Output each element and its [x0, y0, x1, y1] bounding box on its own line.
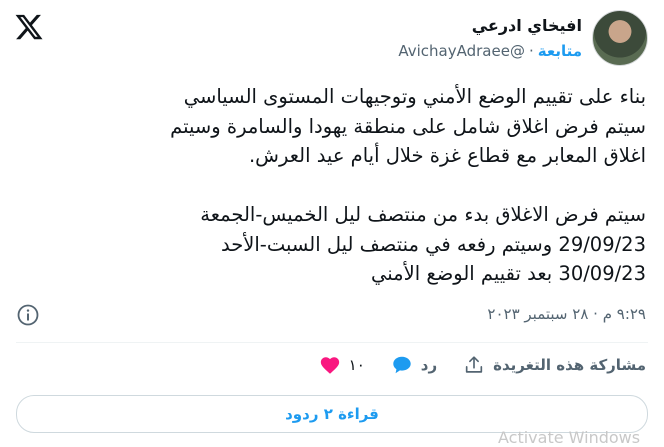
display-name[interactable]: افيخاي ادرعي	[398, 16, 582, 36]
action-bar: ١٠ رد مشاركة هذه التغريدة	[319, 354, 646, 376]
reply-label: رد	[420, 356, 438, 374]
like-count: ١٠	[348, 356, 365, 374]
share-upload-icon	[465, 356, 483, 373]
like-button[interactable]: ١٠	[319, 354, 365, 376]
info-icon[interactable]	[16, 303, 40, 327]
separator-dot: ·	[528, 42, 534, 60]
follow-button[interactable]: متابعة	[538, 42, 582, 60]
speech-bubble-icon	[393, 356, 411, 374]
x-logo-icon[interactable]	[14, 12, 44, 42]
reply-button[interactable]: رد	[391, 354, 437, 376]
avatar[interactable]	[592, 10, 648, 66]
share-label: مشاركة هذه التغريدة	[493, 356, 646, 374]
divider	[16, 342, 648, 343]
handle-row: @AvichayAdraee · متابعة	[398, 42, 582, 60]
author-handle[interactable]: @AvichayAdraee	[398, 42, 525, 60]
heart-icon	[320, 357, 339, 374]
tweet-text: بناء على تقييم الوضع الأمني وتوجيهات الم…	[170, 85, 646, 285]
read-replies-label: قراءة ٢ ردود	[285, 405, 379, 423]
windows-activation-watermark: Activate Windows	[498, 428, 641, 447]
share-button[interactable]: مشاركة هذه التغريدة	[463, 354, 646, 376]
author-identity: افيخاي ادرعي @AvichayAdraee · متابعة	[398, 16, 582, 60]
tweet-card: افيخاي ادرعي @AvichayAdraee · متابعة بنا…	[0, 0, 664, 447]
tweet-header: افيخاي ادرعي @AvichayAdraee · متابعة	[398, 10, 648, 66]
tweet-timestamp[interactable]: ٩:٢٩ م · ٢٨ سبتمبر ٢٠٢٣	[487, 305, 646, 323]
